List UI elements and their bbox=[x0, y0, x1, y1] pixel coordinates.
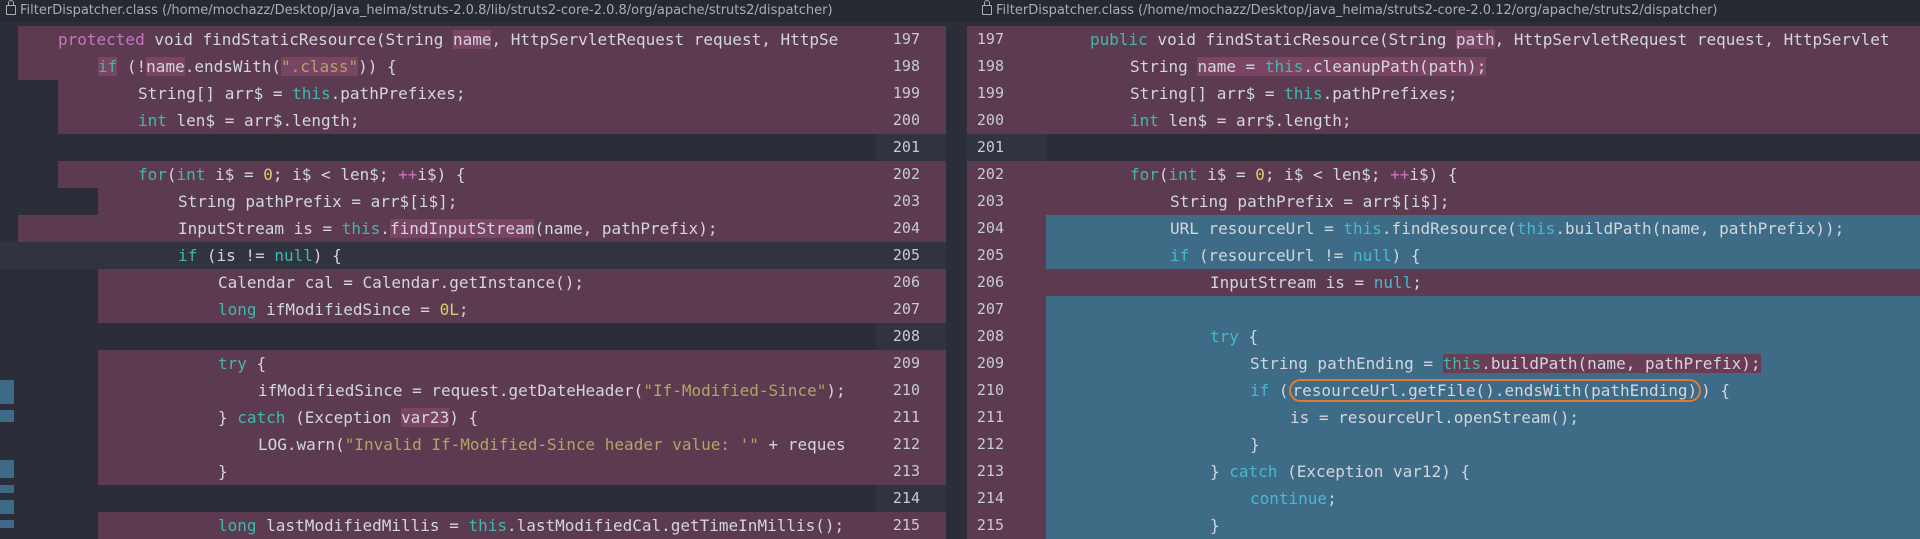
gutter-row: 213 213 bbox=[876, 458, 1046, 485]
highlighted-condition: resourceUrl.getFile().endsWith(pathEndin… bbox=[1288, 379, 1702, 402]
gutter-row: 212 212 bbox=[876, 431, 1046, 458]
right-code-pane[interactable]: public void findStaticResource(String pa… bbox=[1046, 26, 1920, 539]
code-line: String name = this.cleanupPath(path); bbox=[1046, 53, 1920, 80]
code-line: for(int i$ = 0; i$ < len$; ++i$) { bbox=[1046, 161, 1920, 188]
code-line: String pathPrefix = arr$[i$]; bbox=[1046, 188, 1920, 215]
code-line: int len$ = arr$.length; bbox=[1046, 107, 1920, 134]
gutter-row: 199 199 bbox=[876, 80, 1046, 107]
code-line: continue; bbox=[1046, 485, 1920, 512]
code-line: ifModifiedSince = request.getDateHeader(… bbox=[98, 377, 876, 404]
gutter-row: 205 205 bbox=[876, 242, 1046, 269]
gutter-row: 207 207 bbox=[876, 296, 1046, 323]
code-line bbox=[1046, 134, 1920, 161]
code-line: if (is != null) { bbox=[0, 242, 876, 269]
code-line: for(int i$ = 0; i$ < len$; ++i$) { bbox=[58, 161, 876, 188]
code-line: protected void findStaticResource(String… bbox=[18, 26, 876, 53]
code-line bbox=[0, 323, 876, 350]
code-line: String[] arr$ = this.pathPrefixes; bbox=[58, 80, 876, 107]
code-line: URL resourceUrl = this.findResource(this… bbox=[1046, 215, 1920, 242]
gutter-row: 210 210 bbox=[876, 377, 1046, 404]
code-line: try { bbox=[98, 350, 876, 377]
gutter-row: 208 208 bbox=[876, 323, 1046, 350]
line-number-gutter: 197 197 198 198 199 199 200 200 201 201 202 20… bbox=[876, 26, 1046, 539]
gutter-row: 214 214 bbox=[876, 485, 1046, 512]
code-line: if (!name.endsWith(".class")) { bbox=[18, 53, 876, 80]
left-code-pane[interactable]: protected void findStaticResource(String… bbox=[0, 26, 876, 539]
code-line bbox=[0, 134, 876, 161]
gutter-row: 215 215 bbox=[876, 512, 1046, 539]
code-line: is = resourceUrl.openStream(); bbox=[1046, 404, 1920, 431]
left-file-header: FilterDispatcher.class (/home/mochazz/De… bbox=[0, 0, 976, 22]
code-line: } bbox=[98, 458, 876, 485]
gutter-row: 201 201 bbox=[876, 134, 1046, 161]
gutter-row: 198 198 bbox=[876, 53, 1046, 80]
gutter-row: 200 200 bbox=[876, 107, 1046, 134]
gutter-row: 203 203 bbox=[876, 188, 1046, 215]
code-line bbox=[0, 485, 876, 512]
code-line: String pathEnding = this.buildPath(name,… bbox=[1046, 350, 1920, 377]
gutter-row: 206 206 bbox=[876, 269, 1046, 296]
gutter-row: 202 202 bbox=[876, 161, 1046, 188]
code-line: } bbox=[1046, 512, 1920, 539]
gutter-row: 197 197 bbox=[876, 26, 1046, 53]
code-line: Calendar cal = Calendar.getInstance(); bbox=[98, 269, 876, 296]
code-line: int len$ = arr$.length; bbox=[58, 107, 876, 134]
code-line: } catch (Exception var12) { bbox=[1046, 458, 1920, 485]
code-line: LOG.warn("Invalid If-Modified-Since head… bbox=[98, 431, 876, 458]
gutter-row: 209 209 bbox=[876, 350, 1046, 377]
right-file-header: FilterDispatcher.class (/home/mochazz/De… bbox=[976, 0, 1920, 22]
code-line: public void findStaticResource(String pa… bbox=[1046, 26, 1920, 53]
code-line: String[] arr$ = this.pathPrefixes; bbox=[1046, 80, 1920, 107]
code-line: if (resourceUrl != null) { bbox=[1046, 242, 1920, 269]
code-line bbox=[1046, 296, 1920, 323]
gutter-row: 211 211 bbox=[876, 404, 1046, 431]
diff-minimap[interactable] bbox=[0, 380, 14, 530]
code-line: String pathPrefix = arr$[i$]; bbox=[98, 188, 876, 215]
code-line: } bbox=[1046, 431, 1920, 458]
code-line: InputStream is = this.findInputStream(na… bbox=[18, 215, 876, 242]
gutter-row: 204 204 bbox=[876, 215, 1046, 242]
code-line: try { bbox=[1046, 323, 1920, 350]
code-line: InputStream is = null; bbox=[1046, 269, 1920, 296]
lock-icon bbox=[6, 0, 16, 15]
code-line: long ifModifiedSince = 0L; bbox=[98, 296, 876, 323]
lock-icon bbox=[982, 0, 992, 15]
code-line: } catch (Exception var23) { bbox=[98, 404, 876, 431]
code-line: if (resourceUrl.getFile().endsWith(pathE… bbox=[1046, 377, 1920, 404]
code-line: long lastModifiedMillis = this.lastModif… bbox=[98, 512, 876, 539]
